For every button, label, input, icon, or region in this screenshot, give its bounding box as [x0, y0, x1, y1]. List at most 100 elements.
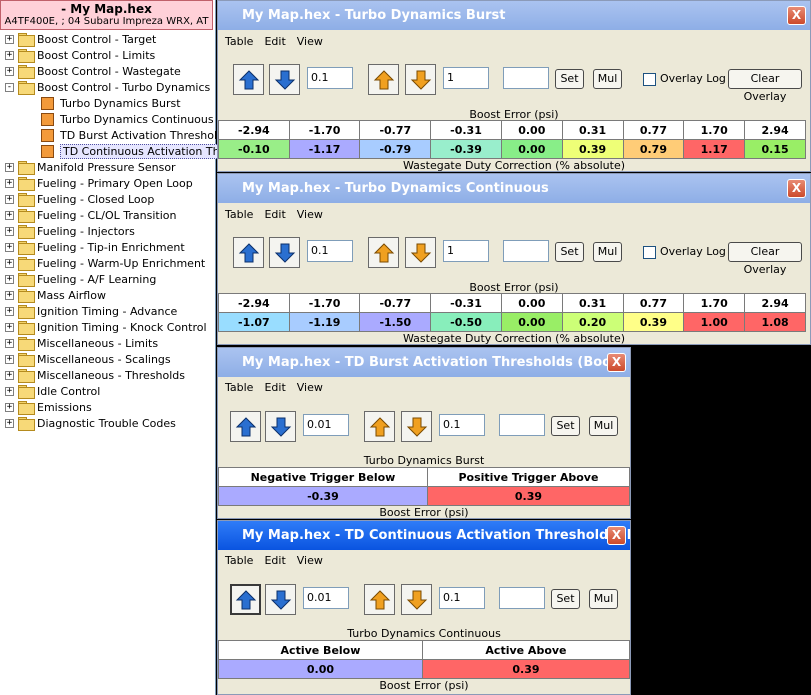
- expand-icon[interactable]: +: [5, 162, 14, 172]
- coarse-step-field[interactable]: 1: [443, 240, 489, 262]
- tree-item[interactable]: + Miscellaneous - Thresholds: [5, 367, 185, 383]
- expand-icon[interactable]: +: [5, 210, 14, 220]
- increment-button[interactable]: [230, 584, 261, 615]
- value-cell[interactable]: 0.39: [561, 139, 624, 159]
- decrement-button[interactable]: [265, 584, 296, 615]
- axis-cell[interactable]: -0.31: [430, 293, 502, 313]
- expand-icon[interactable]: +: [5, 322, 14, 332]
- header-cell[interactable]: Positive Trigger Above: [426, 467, 631, 487]
- value-cell[interactable]: 0.15: [744, 139, 806, 159]
- expand-icon[interactable]: +: [5, 338, 14, 348]
- increment-button[interactable]: [233, 64, 264, 95]
- value-cell[interactable]: 0.00: [218, 659, 423, 679]
- tree-header[interactable]: - My Map.hex A4TF400E, ; 04 Subaru Impre…: [0, 0, 213, 30]
- expand-icon[interactable]: +: [5, 50, 14, 60]
- expand-icon[interactable]: +: [5, 306, 14, 316]
- value-cell[interactable]: 1.17: [683, 139, 746, 159]
- axis-cell[interactable]: -2.94: [218, 293, 290, 313]
- menu-table[interactable]: Table: [225, 554, 253, 567]
- set-button[interactable]: Set: [555, 242, 584, 262]
- tree-item[interactable]: + Diagnostic Trouble Codes: [5, 415, 176, 431]
- tree-item[interactable]: + Fueling - Primary Open Loop: [5, 175, 193, 191]
- axis-cell[interactable]: 0.00: [500, 293, 563, 313]
- close-button[interactable]: X: [607, 353, 626, 372]
- fine-step-field[interactable]: 0.01: [303, 587, 349, 609]
- menu-table[interactable]: Table: [225, 208, 253, 221]
- axis-cell[interactable]: -1.70: [288, 120, 361, 140]
- mul-button[interactable]: Mul: [593, 242, 622, 262]
- expand-icon[interactable]: +: [5, 386, 14, 396]
- value-cell[interactable]: 0.00: [500, 312, 563, 332]
- menu-edit[interactable]: Edit: [264, 554, 285, 567]
- tree-item[interactable]: + Manifold Pressure Sensor: [5, 159, 176, 175]
- coarse-step-field[interactable]: 0.1: [439, 587, 485, 609]
- clear-overlay-button[interactable]: Clear Overlay: [728, 242, 802, 276]
- coarse-step-field[interactable]: 0.1: [439, 414, 485, 436]
- axis-cell[interactable]: 0.00: [500, 120, 563, 140]
- collapse-icon[interactable]: -: [5, 82, 14, 92]
- header-cell[interactable]: Active Below: [218, 640, 423, 660]
- axis-cell[interactable]: 0.77: [622, 293, 685, 313]
- expand-icon[interactable]: +: [5, 274, 14, 284]
- set-button[interactable]: Set: [555, 69, 584, 89]
- value-cell[interactable]: 0.39: [622, 312, 685, 332]
- tree-item[interactable]: + Emissions: [5, 399, 92, 415]
- close-button[interactable]: X: [607, 526, 626, 545]
- value-cell[interactable]: -1.19: [288, 312, 361, 332]
- tree-item[interactable]: Turbo Dynamics Continuous: [41, 111, 214, 127]
- decrement-large-button[interactable]: [405, 64, 436, 95]
- tree-item[interactable]: + Fueling - Closed Loop: [5, 191, 154, 207]
- title-bar[interactable]: My Map.hex - TD Continuous Activation Th…: [218, 521, 630, 550]
- expand-icon[interactable]: +: [5, 402, 14, 412]
- axis-cell[interactable]: 2.94: [744, 293, 806, 313]
- menu-view[interactable]: View: [297, 554, 323, 567]
- header-cell[interactable]: Negative Trigger Below: [218, 467, 428, 487]
- value-cell[interactable]: 0.39: [421, 659, 631, 679]
- mul-button[interactable]: Mul: [589, 589, 618, 609]
- tree-item[interactable]: + Ignition Timing - Advance: [5, 303, 177, 319]
- expand-icon[interactable]: +: [5, 178, 14, 188]
- axis-cell[interactable]: -0.77: [359, 120, 432, 140]
- axis-cell[interactable]: 0.77: [622, 120, 685, 140]
- tree-item[interactable]: - Boost Control - Turbo Dynamics: [5, 79, 210, 95]
- axis-cell[interactable]: -2.94: [218, 120, 290, 140]
- tree-item[interactable]: + Idle Control: [5, 383, 100, 399]
- title-bar[interactable]: My Map.hex - Turbo Dynamics Burst: [218, 1, 810, 30]
- menu-view[interactable]: View: [297, 208, 323, 221]
- set-value-field[interactable]: [499, 414, 545, 436]
- menu-edit[interactable]: Edit: [264, 35, 285, 48]
- value-cell[interactable]: -0.39: [430, 139, 502, 159]
- decrement-large-button[interactable]: [401, 411, 432, 442]
- axis-cell[interactable]: 0.31: [561, 120, 624, 140]
- fine-step-field[interactable]: 0.1: [307, 240, 353, 262]
- value-cell[interactable]: -0.79: [359, 139, 432, 159]
- set-button[interactable]: Set: [551, 589, 580, 609]
- mul-button[interactable]: Mul: [589, 416, 618, 436]
- menu-edit[interactable]: Edit: [264, 381, 285, 394]
- tree-item[interactable]: TD Burst Activation Thresholds: [41, 127, 230, 143]
- set-value-field[interactable]: [503, 67, 549, 89]
- value-cell[interactable]: -1.07: [218, 312, 290, 332]
- decrement-button[interactable]: [265, 411, 296, 442]
- title-bar[interactable]: My Map.hex - TD Burst Activation Thresho…: [218, 348, 630, 377]
- mul-button[interactable]: Mul: [593, 69, 622, 89]
- menu-edit[interactable]: Edit: [264, 208, 285, 221]
- menu-table[interactable]: Table: [225, 381, 253, 394]
- decrement-button[interactable]: [269, 64, 300, 95]
- decrement-large-button[interactable]: [401, 584, 432, 615]
- increment-large-button[interactable]: [364, 584, 395, 615]
- close-button[interactable]: X: [787, 179, 806, 198]
- value-cell[interactable]: 0.20: [561, 312, 624, 332]
- tree-item[interactable]: + Miscellaneous - Scalings: [5, 351, 171, 367]
- overlay-log-checkbox[interactable]: [643, 246, 656, 259]
- expand-icon[interactable]: +: [5, 66, 14, 76]
- overlay-log-checkbox[interactable]: [643, 73, 656, 86]
- axis-cell[interactable]: 1.70: [683, 293, 746, 313]
- value-cell[interactable]: 0.79: [622, 139, 685, 159]
- axis-cell[interactable]: -1.70: [288, 293, 361, 313]
- value-cell[interactable]: 0.39: [426, 486, 631, 506]
- tree-item[interactable]: + Fueling - Injectors: [5, 223, 135, 239]
- decrement-button[interactable]: [269, 237, 300, 268]
- increment-large-button[interactable]: [368, 64, 399, 95]
- expand-icon[interactable]: +: [5, 354, 14, 364]
